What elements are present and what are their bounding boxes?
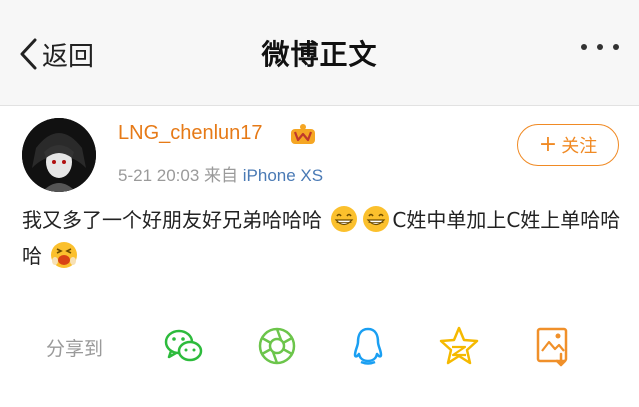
plus-icon: + <box>538 132 558 157</box>
grin-emoji-icon <box>363 206 390 232</box>
nav-bar: 返回 微博正文 <box>0 0 639 106</box>
vip-crown-icon <box>291 124 315 144</box>
wechat-icon[interactable] <box>162 324 206 368</box>
share-label: 分享到 <box>46 338 104 360</box>
post-card: LNG_chenlun17 5-21 20:03 来自 iPhone XS + … <box>0 106 639 407</box>
post-time: 5-21 20:03 <box>118 166 200 185</box>
post-meta: 5-21 20:03 来自 iPhone XS <box>118 161 323 186</box>
follow-label: 关注 <box>561 136 598 157</box>
avatar[interactable] <box>22 118 96 192</box>
grin-emoji-icon <box>331 206 358 232</box>
qq-icon[interactable] <box>346 324 390 368</box>
post-source[interactable]: iPhone XS <box>243 166 323 185</box>
username[interactable]: LNG_chenlun17 <box>118 122 263 145</box>
moments-icon[interactable] <box>255 324 299 368</box>
follow-button[interactable]: + 关注 <box>517 124 619 166</box>
share-bar: 分享到 <box>0 320 639 372</box>
post-text-part1: 我又多了一个好朋友好兄弟哈哈哈 <box>22 208 322 232</box>
source-prefix: 来自 <box>204 166 239 185</box>
post-content: 我又多了一个好朋友好兄弟哈哈哈 C姓中单加上C姓上单哈哈哈 <box>22 202 622 274</box>
save-image-icon[interactable] <box>531 324 575 368</box>
page-title: 微博正文 <box>261 38 378 71</box>
more-options-icon[interactable] <box>581 44 619 50</box>
laugh-emoji-icon <box>51 242 78 268</box>
qzone-icon[interactable] <box>437 324 481 368</box>
